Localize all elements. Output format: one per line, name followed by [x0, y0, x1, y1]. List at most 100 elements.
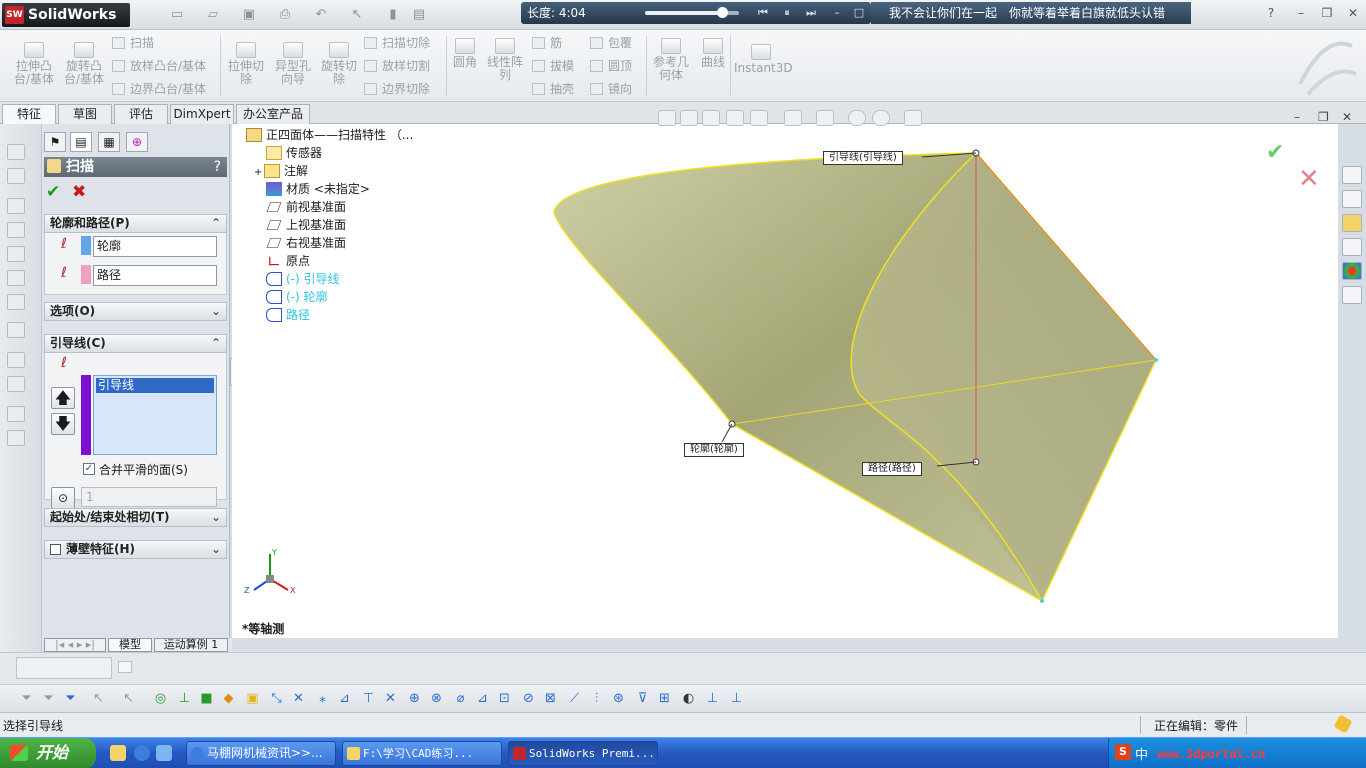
lofted-cut-button[interactable]: 放样切割 [364, 59, 430, 73]
toolbar-icon[interactable] [7, 352, 25, 368]
minimize-player-icon[interactable]: – [827, 2, 847, 24]
save-icon[interactable]: ▣ [238, 7, 260, 23]
sketch-tool-icon[interactable]: ⟋ [566, 690, 583, 707]
sketch-tool-icon[interactable]: ⊘ [520, 690, 537, 707]
dimxpert-tab-icon[interactable]: ⊕ [126, 132, 148, 152]
cancel-button[interactable]: ✖ [72, 182, 86, 202]
tab-scroll-arrows[interactable]: |◂ ◂ ▸ ▸| [44, 638, 106, 652]
loft-boss-button[interactable]: 放样凸台/基体 [112, 59, 206, 73]
sweep-button[interactable]: 扫描 [112, 36, 206, 50]
section-profile-path[interactable]: 轮廓和路径(P) ⌃ [44, 214, 227, 233]
revolve-cut-button[interactable]: 旋转切除 [317, 42, 361, 86]
quicklaunch-icon[interactable] [110, 745, 126, 761]
tree-item-front-plane[interactable]: 前视基准面 [266, 198, 346, 216]
path-callout[interactable]: 路径(路径) [862, 462, 922, 476]
sketch-tool-icon[interactable]: ⌀ [452, 690, 469, 707]
previous-track-icon[interactable]: ⏮ [753, 2, 773, 24]
app-logo[interactable]: SW SolidWorks [2, 3, 130, 27]
view-palette-icon[interactable] [1342, 238, 1362, 256]
tag-icon[interactable] [1333, 714, 1353, 734]
design-library-icon[interactable] [1342, 190, 1362, 208]
tab-sketch[interactable]: 草图 [58, 104, 112, 124]
sketch-tool-icon[interactable]: ⊠ [542, 690, 559, 707]
curves-button[interactable]: 曲线 [698, 38, 728, 69]
sketch-tool-icon[interactable]: ⁎ [314, 690, 331, 707]
undo-icon[interactable]: ↶ [310, 7, 332, 23]
toolbar-icon[interactable] [118, 661, 132, 673]
config-dropdown[interactable] [16, 657, 112, 679]
filter-icon[interactable]: ⏷ [62, 690, 79, 707]
toolbar-icon[interactable] [7, 246, 25, 262]
hide-show-items-icon[interactable] [816, 110, 834, 126]
configuration-tab-icon[interactable]: ▦ [98, 132, 120, 152]
tree-item-material[interactable]: 材质 <未指定> [266, 180, 370, 198]
extrude-cut-button[interactable]: 拉伸切除 [224, 42, 268, 86]
sketch-tool-icon[interactable]: ⊗ [428, 690, 445, 707]
sketch-tool-icon[interactable]: ⊞ [656, 690, 673, 707]
select-icon[interactable]: ↖ [90, 690, 107, 707]
open-file-icon[interactable]: ▱ [202, 7, 224, 23]
revolve-boss-button[interactable]: 旋转凸台/基体 [62, 42, 106, 86]
taskbar-item-browser[interactable]: 马棚网机械资讯>>... [186, 741, 336, 766]
zoom-to-fit-icon[interactable] [658, 110, 676, 126]
profile-callout[interactable]: 轮廓(轮廓) [684, 443, 744, 457]
sketch-tool-icon[interactable]: ⊛ [610, 690, 627, 707]
swept-cut-button[interactable]: 扫描切除 [364, 36, 430, 50]
path-field[interactable]: 路径 [93, 265, 217, 286]
confirm-corner-cancel-icon[interactable]: ✕ [1298, 164, 1320, 194]
thin-feature-checkbox[interactable] [50, 544, 61, 555]
taskbar-item-solidworks[interactable]: SolidWorks Premi... [508, 741, 658, 766]
panel-help-icon[interactable]: ? [214, 157, 221, 177]
tree-item-profile-sketch[interactable]: (-) 轮廓 [266, 288, 328, 306]
ie-icon[interactable] [134, 745, 150, 761]
section-tangency[interactable]: 起始处/结束处相切(T) ⌄ [44, 508, 227, 527]
tree-item-top-plane[interactable]: 上视基准面 [266, 216, 346, 234]
mirror-button[interactable]: 镜向 [590, 82, 632, 96]
start-button[interactable]: 开始 [0, 738, 96, 768]
profile-field[interactable]: 轮廓 [93, 236, 217, 257]
sketch-tool-icon[interactable]: ⊿ [336, 690, 353, 707]
rib-button[interactable]: 筋 [532, 36, 574, 50]
section-guide-curves[interactable]: 引导线(C) ⌃ [44, 334, 227, 353]
boundary-boss-button[interactable]: 边界凸台/基体 [112, 82, 206, 96]
tab-motion-study[interactable]: 运动算例 1 [154, 638, 228, 652]
edit-appearance-icon[interactable] [848, 110, 866, 126]
tree-item-guide-sketch[interactable]: (-) 引导线 [266, 270, 340, 288]
close-icon[interactable]: ✕ [1342, 6, 1364, 22]
ok-button[interactable]: ✔ [46, 182, 60, 202]
sketch-tool-icon[interactable]: ⊿ [474, 690, 491, 707]
sketch-tool-icon[interactable]: ◐ [680, 690, 697, 707]
tab-features[interactable]: 特征 [2, 104, 56, 125]
toolbar-icon[interactable] [7, 430, 25, 446]
zoom-to-area-icon[interactable] [680, 110, 698, 126]
help-icon[interactable]: ? [1260, 6, 1282, 22]
toolbar-icon[interactable] [7, 222, 25, 238]
sketch-tool-icon[interactable]: ⊥ [176, 690, 193, 707]
pause-icon[interactable]: ⏸ [777, 2, 797, 24]
toolbar-icon[interactable] [7, 168, 25, 184]
guide-curve-item[interactable]: 引导线 [96, 378, 214, 393]
sketch-tool-icon[interactable]: ✕ [290, 690, 307, 707]
options-icon[interactable]: ▤ [408, 7, 430, 23]
confirm-corner-ok-icon[interactable]: ✔ [1266, 140, 1284, 165]
linear-pattern-button[interactable]: 线性阵列 [484, 38, 526, 82]
reference-geometry-button[interactable]: 参考几何体 [650, 38, 692, 82]
merge-smooth-faces-checkbox[interactable]: ✓ [83, 463, 95, 475]
section-options[interactable]: 选项(O) ⌄ [44, 302, 227, 321]
sketch-tool-icon[interactable]: ◎ [152, 690, 169, 707]
restore-player-icon[interactable]: □ [849, 2, 869, 24]
section-number-stepper[interactable]: 1 [81, 487, 217, 507]
draft-button[interactable]: 拔模 [532, 59, 574, 73]
select-icon[interactable]: ↖ [346, 7, 368, 23]
sketch-tool-icon[interactable]: ■ [198, 690, 215, 707]
tree-item-path-sketch[interactable]: 路径 [266, 306, 310, 324]
dome-button[interactable]: 圆顶 [590, 59, 632, 73]
hole-wizard-button[interactable]: 异型孔向导 [271, 42, 315, 86]
filter-icon[interactable]: ⏷ [18, 690, 35, 707]
display-style-icon[interactable] [784, 110, 802, 126]
toolbar-icon[interactable] [7, 294, 25, 310]
sketch-tool-icon[interactable]: ⤡ [268, 690, 285, 707]
sketch-tool-icon[interactable]: ⊕ [406, 690, 423, 707]
sketch-tool-icon[interactable]: ⫶ [588, 690, 605, 707]
tab-model[interactable]: 模型 [108, 638, 152, 652]
